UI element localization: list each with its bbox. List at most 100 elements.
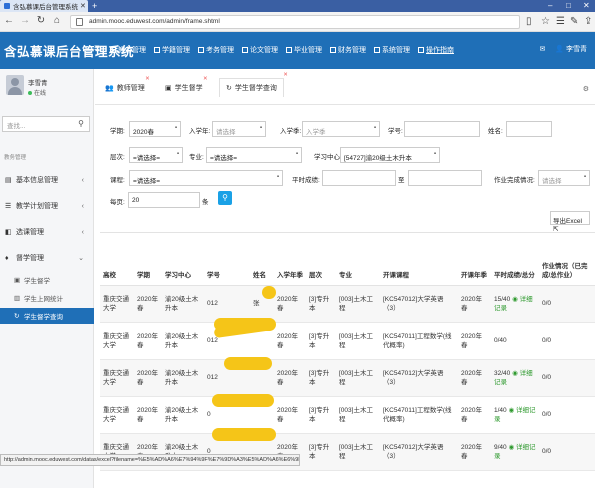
- detail-icon: ◉: [512, 369, 520, 377]
- export-excel-button[interactable]: 导出Excel ⇱: [550, 211, 590, 233]
- close-tab-icon[interactable]: ✕: [145, 76, 150, 82]
- menu-toggle-icon[interactable]: ≡: [94, 43, 100, 54]
- back-icon[interactable]: ←: [2, 15, 16, 26]
- home-icon[interactable]: ⌂: [50, 15, 64, 26]
- cell-sid: 012: [204, 285, 250, 323]
- share-icon[interactable]: ⇪: [584, 16, 592, 27]
- mail-icon[interactable]: ✉: [539, 45, 545, 53]
- sidebar-item-supervision[interactable]: ♦ 督学管理 ⌄: [0, 247, 94, 269]
- cell-course: [KC547011]工程数学(线代概率): [380, 396, 458, 434]
- cell-major: [003]土木工程: [336, 396, 380, 434]
- cell-score: 32/40 ◉ 详细记录: [491, 359, 539, 397]
- col-header-major: 专业: [336, 233, 380, 286]
- sidebar-item-basic-info[interactable]: ▤ 基本信息管理 ‹: [0, 169, 94, 191]
- score-max-input[interactable]: [408, 170, 482, 186]
- homework-select[interactable]: 请选择 ▪: [538, 170, 590, 186]
- refresh-icon: ↻: [14, 313, 20, 320]
- admit-season-select[interactable]: 入学季 ▪: [302, 121, 380, 137]
- col-header-student-id: 学号: [204, 233, 250, 286]
- reader-icon[interactable]: ▯: [526, 16, 532, 27]
- student-icon: ▣: [165, 85, 172, 92]
- search-button[interactable]: ⚲: [218, 191, 232, 205]
- chevron-left-icon: ‹: [81, 176, 84, 184]
- results-table: 高校 学期 学习中心 学号 姓名 入学年季 层次 专业 开课课程 开课年季 平时…: [100, 232, 595, 472]
- graduation-cap-icon: [286, 47, 292, 53]
- cell-admit: 2020年春: [274, 285, 306, 323]
- close-window-icon[interactable]: ✕: [583, 1, 590, 10]
- cell-hw: 0/0: [539, 470, 595, 472]
- page-size-input[interactable]: 20: [128, 192, 200, 208]
- sidebar-item-plan[interactable]: ☰ 教学计划管理 ‹: [0, 195, 94, 217]
- cell-open: 2020年春: [458, 322, 491, 360]
- cell-score: 1/40 ◉ 详细记录: [491, 396, 539, 434]
- score-value: 9/40: [494, 443, 507, 451]
- admit-year-select[interactable]: 请选择 ▪: [212, 121, 266, 137]
- nav-item-finance[interactable]: 财务管理: [330, 45, 366, 55]
- thesis-icon: [242, 47, 248, 53]
- tab-supervision-query[interactable]: ↻ 学生督学查询 ✕: [219, 72, 288, 97]
- score-value: 15/40: [494, 295, 511, 303]
- tab-teacher-management[interactable]: 👥 教师管理 ✕: [105, 76, 150, 93]
- close-tab-icon[interactable]: ✕: [203, 76, 208, 82]
- cell-admit: 2020年春: [274, 359, 306, 397]
- nav-item-guide[interactable]: 操作指南: [418, 45, 454, 55]
- col-header-score: 平时成绩/总分: [491, 233, 539, 286]
- nav-item-thesis[interactable]: 论文管理: [242, 45, 278, 55]
- student-icon: ▣: [14, 277, 21, 284]
- nav-item-academic[interactable]: 教务管理: [110, 45, 146, 55]
- course-select[interactable]: =请选择= ▪: [129, 170, 283, 186]
- close-tab-icon[interactable]: ✕: [80, 2, 86, 10]
- header-user-area: ✉ 👤 李雪青: [539, 44, 587, 54]
- dropdown-icon: ▪: [174, 125, 177, 131]
- cell-major: [003]土木工程: [336, 433, 380, 471]
- table-row: 重庆交通大学 2020年春 渝20级土木升本 012 张 2020年春 [3]专升本 [003…: [100, 285, 595, 323]
- close-tab-icon[interactable]: ✕: [283, 72, 288, 78]
- favorite-star-icon[interactable]: ☆: [541, 16, 550, 27]
- new-tab-icon[interactable]: +: [92, 1, 97, 11]
- admit-season-label: 入学季:: [280, 128, 302, 135]
- forward-icon[interactable]: →: [18, 15, 32, 26]
- sidebar-item-course-selection[interactable]: ◧ 选课管理 ‹: [0, 221, 94, 243]
- gear-icon[interactable]: ⚙: [583, 85, 589, 93]
- cell-open: 2020年春: [458, 359, 491, 397]
- term-select[interactable]: 2020春 ▪: [129, 121, 181, 137]
- pen-icon[interactable]: ✎: [570, 16, 578, 27]
- nav-item-status[interactable]: 学籍管理: [154, 45, 190, 55]
- col-header-course: 开课课程: [380, 233, 458, 286]
- sidebar-subitem-supervision-query[interactable]: ↻ 学生督学查询: [0, 308, 94, 324]
- name-input[interactable]: [506, 121, 552, 137]
- major-select[interactable]: =请选择= ▪: [206, 147, 302, 163]
- maximize-icon[interactable]: □: [566, 1, 571, 10]
- center-select[interactable]: [54727]渝20级土木升本 ▪: [340, 147, 440, 163]
- url-field[interactable]: admin.mooc.eduwest.com/admin/frame.shtml: [70, 15, 520, 29]
- chevron-down-icon: ⌄: [78, 255, 84, 262]
- chevron-left-icon: ‹: [81, 228, 84, 236]
- browser-tab[interactable]: 含弘慕课后台管理系统: [0, 0, 88, 12]
- student-id-input[interactable]: [404, 121, 480, 137]
- cell-name: [250, 470, 274, 472]
- nav-item-graduation[interactable]: 毕业管理: [286, 45, 322, 55]
- sidebar-search-input[interactable]: 查找... ⚲: [2, 116, 90, 132]
- basic-info-icon: ▤: [5, 177, 12, 184]
- sidebar-subitem-student-supervision[interactable]: ▣ 学生督学: [0, 272, 94, 288]
- cell-school: 重庆交通大学: [100, 285, 134, 323]
- range-to-label: 至: [398, 177, 405, 184]
- minimize-icon[interactable]: –: [548, 1, 552, 10]
- level-select[interactable]: =请选择= ▪: [129, 147, 183, 163]
- cell-score: 9/40 ◉ 详细记录: [491, 433, 539, 471]
- nav-item-system[interactable]: 系统管理: [374, 45, 410, 55]
- nav-item-exam[interactable]: 考务管理: [198, 45, 234, 55]
- refresh-icon[interactable]: ↻: [34, 15, 48, 26]
- status-dot-icon: [28, 91, 32, 95]
- cell-level: [3]专升本: [306, 285, 336, 323]
- user-menu[interactable]: 👤 李雪青: [555, 44, 587, 54]
- sidebar-subitem-online-stats[interactable]: ▥ 学生上网统计: [0, 290, 94, 306]
- detail-icon: ◉: [512, 295, 520, 303]
- major-label: 专业:: [189, 154, 204, 161]
- col-header-open-term: 开课年季: [458, 233, 491, 286]
- tab-student-supervision[interactable]: ▣ 学生督学 ✕: [165, 76, 208, 93]
- search-icon[interactable]: ⚲: [78, 119, 84, 128]
- score-min-input[interactable]: [322, 170, 396, 186]
- collections-icon[interactable]: ☰: [556, 16, 565, 27]
- cell-course: [KC547012]大学英语（3）: [380, 433, 458, 471]
